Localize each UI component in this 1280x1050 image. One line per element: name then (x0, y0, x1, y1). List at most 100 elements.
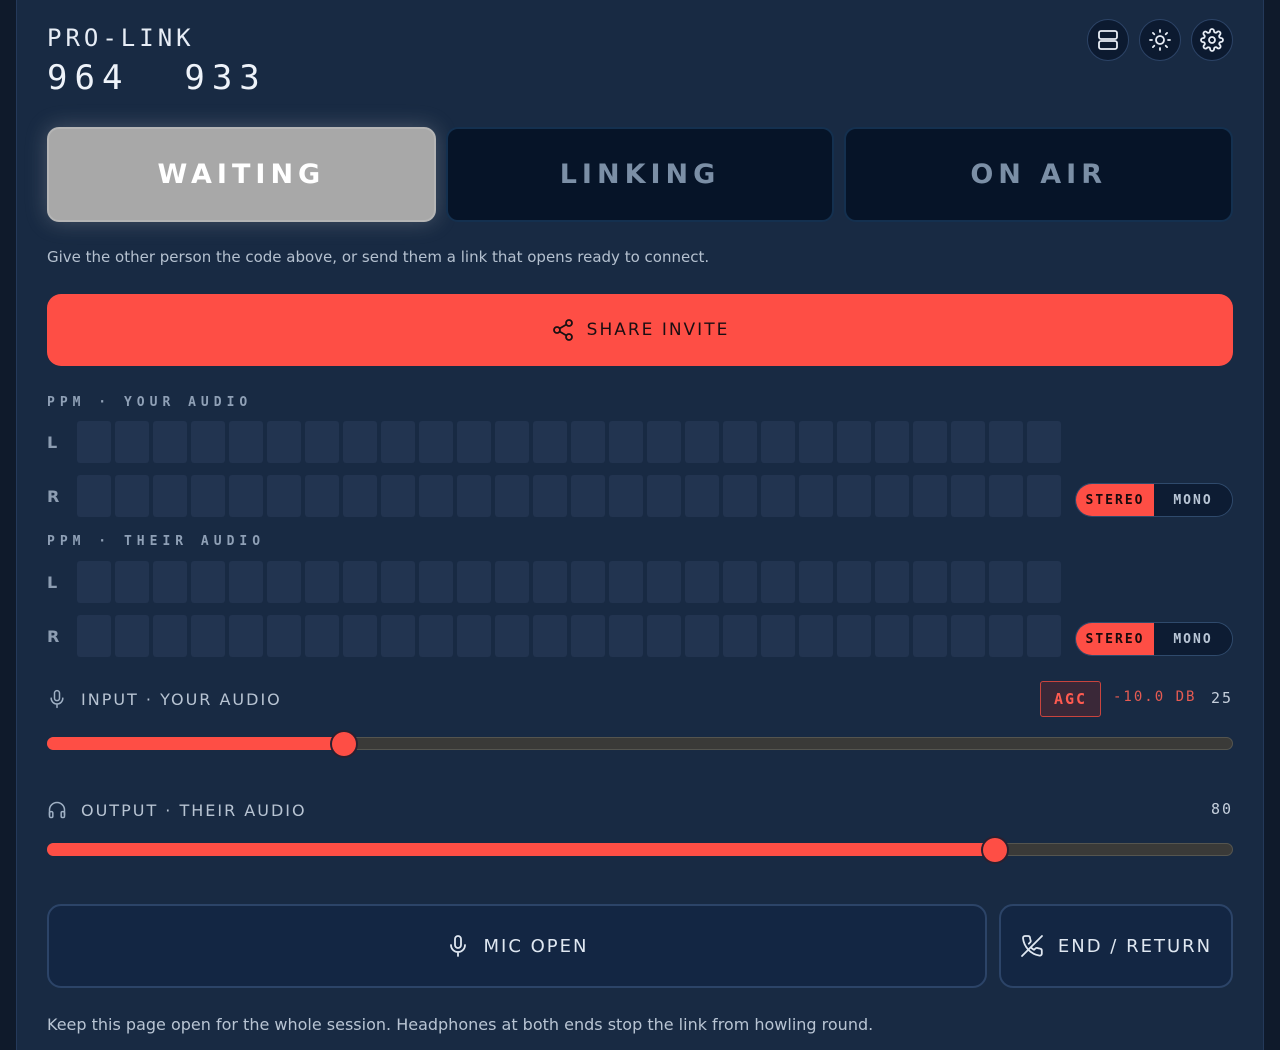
mic-open-button[interactable]: MIC OPEN (47, 904, 987, 988)
meter-segment (913, 615, 947, 657)
meter-segment (723, 615, 757, 657)
meter-segment (191, 615, 225, 657)
meter-segment (761, 615, 795, 657)
meter-segment (115, 561, 149, 603)
meter-segment (77, 421, 111, 463)
meter-segment (685, 475, 719, 517)
output-value: 80 (1210, 800, 1233, 818)
meter-segment (267, 615, 301, 657)
app-title: PRO-LINK (47, 24, 195, 52)
meter-segment (761, 561, 795, 603)
your-mono-option[interactable]: MONO (1154, 484, 1232, 516)
meter-segment (609, 615, 643, 657)
meter-segment (343, 475, 377, 517)
share-icon (552, 319, 573, 341)
meter-segment (153, 561, 187, 603)
meter-segment (77, 615, 111, 657)
meter-segment (533, 615, 567, 657)
output-label-text: OUTPUT · THEIR AUDIO (81, 800, 307, 820)
meter-segment (913, 421, 947, 463)
end-return-label: END / RETURN (1057, 935, 1213, 957)
output-slider[interactable] (47, 838, 1233, 862)
meter-segment (723, 561, 757, 603)
meter-segment (837, 615, 871, 657)
server-icon (1098, 30, 1118, 50)
server-button[interactable] (1087, 19, 1129, 61)
your-audio-mode-toggle: STEREO MONO (1075, 483, 1233, 517)
settings-button[interactable] (1191, 19, 1233, 61)
state-waiting: WAITING (47, 127, 436, 222)
input-slider[interactable] (47, 732, 1233, 756)
meter-segment (115, 421, 149, 463)
ppm-your-audio-title: PPM · YOUR AUDIO (47, 395, 253, 410)
meter-segment (1027, 615, 1061, 657)
meter-segment (267, 561, 301, 603)
state-on-air: ON AIR (844, 127, 1234, 222)
output-slider-thumb[interactable] (983, 838, 1007, 862)
microphone-icon (449, 935, 466, 957)
meter-segment (381, 421, 415, 463)
meter-segment (989, 561, 1023, 603)
meter-segment (419, 615, 453, 657)
meter-segment (381, 475, 415, 517)
meter-segment (875, 561, 909, 603)
meter-segment (533, 421, 567, 463)
meter-segment (229, 561, 263, 603)
meter-segment (457, 475, 491, 517)
ppm-their-audio-title: PPM · THEIR AUDIO (47, 534, 266, 549)
their-stereo-option[interactable]: STEREO (1076, 623, 1154, 655)
meter-segment (305, 421, 339, 463)
meter-segment (305, 475, 339, 517)
input-value: 25 (1210, 689, 1233, 707)
meter-segment (875, 421, 909, 463)
share-invite-label: SHARE INVITE (586, 320, 730, 340)
meter-segment (153, 475, 187, 517)
input-label: INPUT · YOUR AUDIO (47, 689, 282, 709)
input-slider-fill (47, 737, 343, 750)
meter-segment (875, 475, 909, 517)
agc-button[interactable]: AGC (1040, 681, 1101, 717)
meter-segment (1027, 475, 1061, 517)
your-stereo-option[interactable]: STEREO (1076, 484, 1154, 516)
meter-segment (77, 475, 111, 517)
your-right-label: R (47, 487, 60, 506)
meter-segment (609, 421, 643, 463)
meter-segment (495, 421, 529, 463)
output-label: OUTPUT · THEIR AUDIO (47, 800, 307, 820)
output-slider-fill (47, 843, 994, 856)
meter-segment (951, 561, 985, 603)
meter-segment (647, 615, 681, 657)
mic-open-label: MIC OPEN (483, 935, 589, 957)
meter-segment (951, 475, 985, 517)
their-right-label: R (47, 627, 60, 646)
meter-segment (761, 421, 795, 463)
meter-segment (1027, 421, 1061, 463)
meter-segment (989, 475, 1023, 517)
meter-segment (723, 421, 757, 463)
footer-note: Keep this page open for the whole sessio… (47, 1015, 874, 1034)
meter-segment (723, 475, 757, 517)
meter-segment (685, 615, 719, 657)
meter-segment (571, 421, 605, 463)
share-invite-button[interactable]: SHARE INVITE (47, 294, 1233, 366)
theme-button[interactable] (1139, 19, 1181, 61)
connection-states: WAITING LINKING ON AIR (47, 127, 1234, 222)
top-toolbar (1087, 19, 1233, 61)
their-mono-option[interactable]: MONO (1154, 623, 1232, 655)
meter-segment (153, 615, 187, 657)
your-left-meter (77, 421, 1061, 463)
input-slider-thumb[interactable] (332, 732, 356, 756)
meter-segment (153, 421, 187, 463)
your-left-label: L (47, 433, 58, 452)
gear-icon (1200, 28, 1224, 52)
your-right-meter (77, 475, 1061, 517)
end-return-button[interactable]: END / RETURN (999, 904, 1233, 988)
meter-segment (419, 475, 453, 517)
meter-segment (191, 561, 225, 603)
meter-segment (381, 561, 415, 603)
meter-segment (229, 421, 263, 463)
meter-segment (495, 615, 529, 657)
state-linking: LINKING (445, 127, 835, 222)
meter-segment (685, 561, 719, 603)
meter-segment (533, 561, 567, 603)
